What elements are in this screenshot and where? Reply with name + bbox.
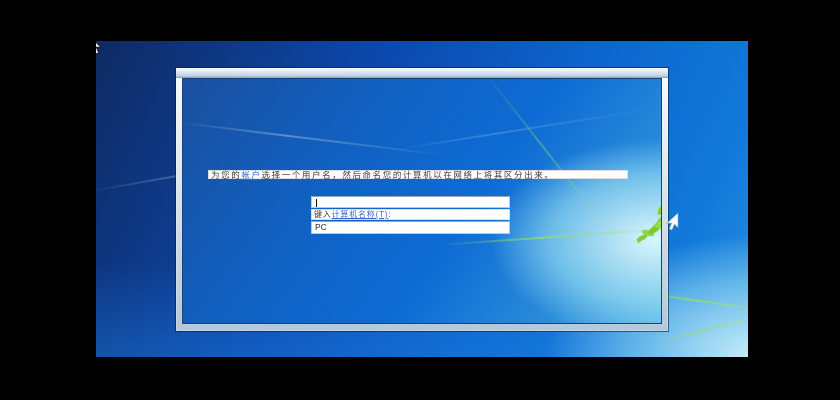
username-input[interactable] — [311, 196, 510, 208]
label-prefix: 键入 — [314, 210, 332, 219]
instruction-prefix: 为您的 — [211, 170, 242, 180]
instruction-suffix: 选择一个用户名，然后命名您的计算机以在网络上将其区分出来。 — [261, 170, 555, 180]
computer-name-link[interactable]: 计算机名称(T) — [332, 210, 389, 219]
wallpaper-green-streak — [655, 314, 748, 343]
desktop-capture: { "screen": { "description_label": "Wind… — [0, 0, 840, 400]
computer-name-label: 键入计算机名称(T): — [311, 209, 510, 220]
host-cursor-icon — [666, 212, 679, 231]
vm-screen: 为您的帐户选择一个用户名，然后命名您的计算机以在网络上将其区分出来。 键入计算机… — [96, 41, 748, 357]
instruction-text-bar: 为您的帐户选择一个用户名，然后命名您的计算机以在网络上将其区分出来。 — [208, 170, 628, 179]
window-title-bar — [176, 68, 668, 78]
computer-name-value: PC — [315, 222, 327, 232]
setup-window: 为您的帐户选择一个用户名，然后命名您的计算机以在网络上将其区分出来。 键入计算机… — [175, 67, 669, 332]
leaf-sprig-icon — [636, 205, 661, 244]
computer-name-input[interactable]: PC — [311, 221, 510, 234]
mouse-cursor-icon — [96, 41, 103, 55]
interior-light-streak — [392, 108, 650, 151]
text-caret — [316, 198, 317, 207]
interior-light-streak — [183, 121, 454, 158]
account-link[interactable]: 帐户 — [241, 170, 261, 180]
label-suffix: : — [388, 210, 392, 219]
